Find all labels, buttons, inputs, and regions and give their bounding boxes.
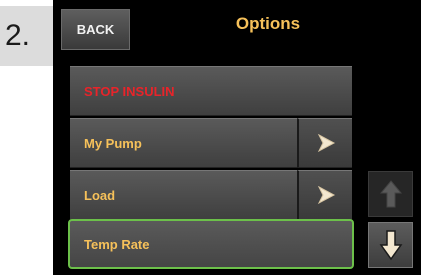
scroll-down-button[interactable]: [368, 222, 413, 268]
arrow-down-icon: [379, 230, 402, 261]
scroll-up-button[interactable]: [368, 171, 413, 217]
pump-screen: BACK Options STOP INSULIN My Pump Load T…: [53, 0, 421, 275]
menu-item-label: My Pump: [84, 135, 142, 151]
step-number: 2.: [0, 6, 53, 66]
load-arrow-button[interactable]: [297, 170, 352, 220]
stop-insulin-button[interactable]: STOP INSULIN: [70, 66, 352, 116]
my-pump-arrow-button[interactable]: [297, 118, 352, 168]
load-button[interactable]: Load: [70, 170, 299, 220]
arrow-up-icon: [379, 180, 402, 208]
chevron-right-icon: [317, 185, 335, 205]
menu-item-label: Temp Rate: [84, 236, 150, 252]
temp-rate-button[interactable]: Temp Rate: [68, 219, 354, 269]
menu-item-label: Load: [84, 187, 116, 203]
chevron-right-icon: [317, 133, 335, 153]
menu-item-label: STOP INSULIN: [84, 83, 175, 99]
page-title: Options: [235, 14, 301, 33]
back-button[interactable]: BACK: [61, 9, 130, 50]
my-pump-button[interactable]: My Pump: [70, 118, 299, 168]
